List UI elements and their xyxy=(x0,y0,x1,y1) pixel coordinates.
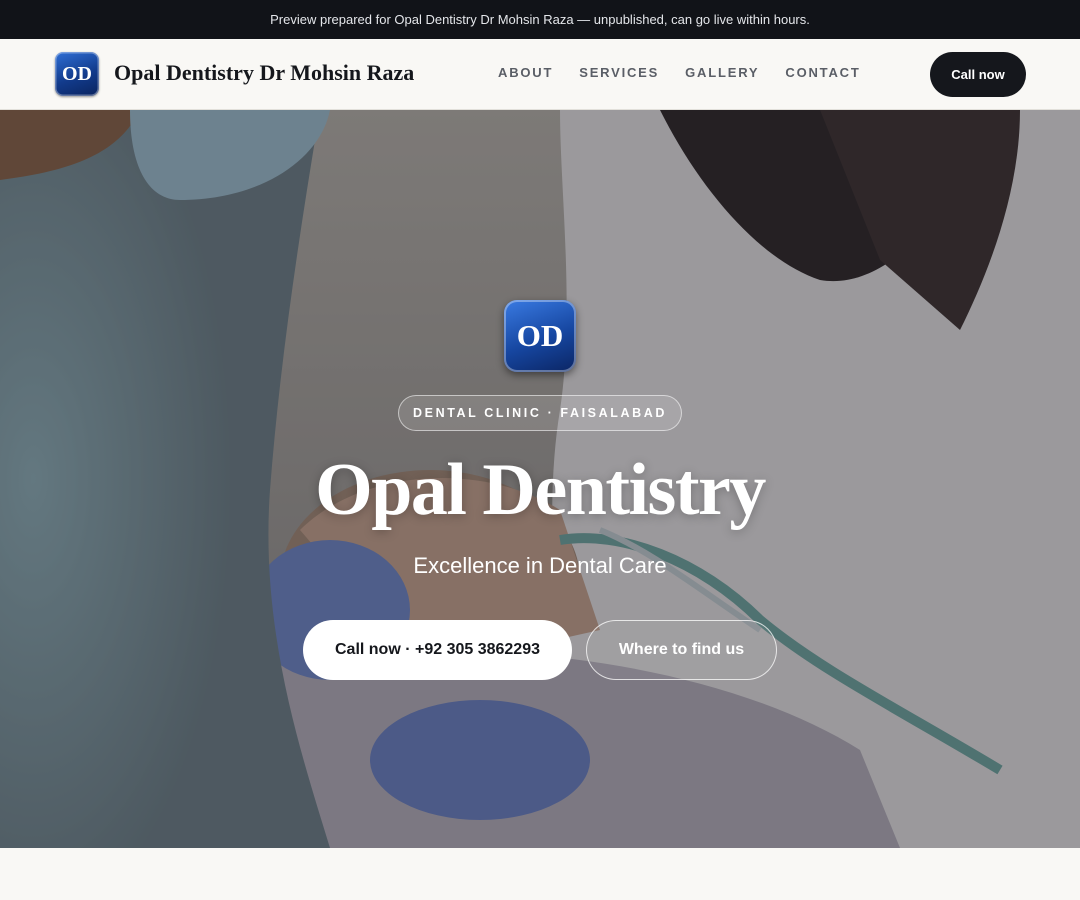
hero-logo-monogram: OD xyxy=(516,318,564,353)
nav-link-services[interactable]: SERVICES xyxy=(579,65,659,80)
preview-banner-text: Preview prepared for Opal Dentistry Dr M… xyxy=(270,12,810,27)
brand-name[interactable]: Opal Dentistry Dr Mohsin Raza xyxy=(114,60,414,86)
site-header: OD Opal Dentistry Dr Mohsin Raza ABOUT S… xyxy=(0,39,1080,110)
find-us-button[interactable]: Where to find us xyxy=(586,620,777,680)
hero-logo-icon: OD xyxy=(504,300,576,372)
hero-subtitle: Excellence in Dental Care xyxy=(413,553,667,578)
call-now-button[interactable]: Call now xyxy=(930,52,1026,97)
hero-title: Opal Dentistry xyxy=(315,449,766,531)
nav-link-about[interactable]: ABOUT xyxy=(498,65,553,80)
nav-link-gallery[interactable]: GALLERY xyxy=(685,65,759,80)
next-section xyxy=(0,848,1080,900)
main-nav: ABOUT SERVICES GALLERY CONTACT xyxy=(498,65,861,80)
call-phone-button[interactable]: Call now · +92 305 3862293 xyxy=(303,620,572,680)
logo-monogram: OD xyxy=(62,62,92,85)
preview-banner: Preview prepared for Opal Dentistry Dr M… xyxy=(0,0,1080,39)
nav-link-contact[interactable]: CONTACT xyxy=(785,65,860,80)
logo-icon[interactable]: OD xyxy=(55,52,99,96)
hero-section: OD DENTAL CLINIC · FAISALABAD Opal Denti… xyxy=(0,110,1080,848)
clinic-location-badge: DENTAL CLINIC · FAISALABAD xyxy=(398,395,682,431)
